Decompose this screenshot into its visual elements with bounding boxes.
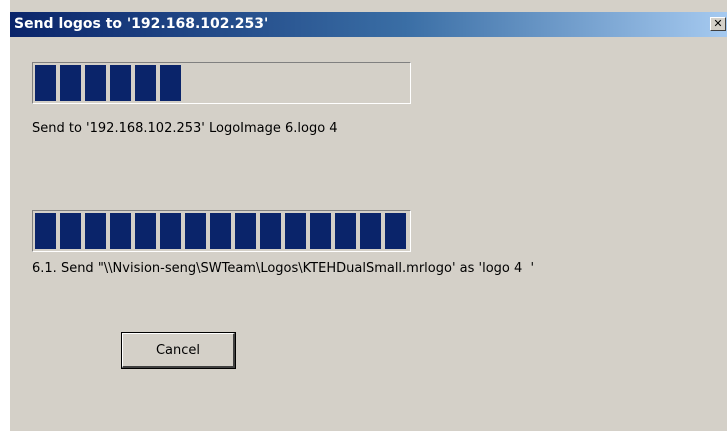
progress-segment — [60, 213, 81, 249]
progress-segment — [260, 213, 281, 249]
progress-segment — [385, 213, 406, 249]
send-logos-dialog: Send logos to '192.168.102.253' ✕ Send t… — [9, 0, 727, 431]
file-status-text: 6.1. Send "\\Nvision-seng\SWTeam\Logos\K… — [32, 261, 535, 276]
progress-segment — [285, 213, 306, 249]
progress-segment — [110, 65, 131, 101]
file-progress-bar — [32, 210, 411, 252]
dialog-title: Send logos to '192.168.102.253' — [14, 16, 269, 32]
progress-segment — [310, 213, 331, 249]
progress-segment — [110, 213, 131, 249]
progress-segment — [235, 213, 256, 249]
close-icon[interactable]: ✕ — [710, 17, 726, 31]
overall-status-text: Send to '192.168.102.253' LogoImage 6.lo… — [32, 121, 338, 136]
overall-progress-bar — [32, 62, 411, 104]
progress-segment — [185, 213, 206, 249]
progress-segment — [335, 213, 356, 249]
title-bar[interactable]: Send logos to '192.168.102.253' ✕ — [10, 12, 727, 37]
progress-segment — [210, 213, 231, 249]
progress-segment — [160, 213, 181, 249]
progress-segment — [35, 65, 56, 101]
progress-segment — [60, 65, 81, 101]
progress-segment — [360, 213, 381, 249]
progress-segment — [85, 213, 106, 249]
cancel-button[interactable]: Cancel — [121, 332, 236, 369]
progress-segment — [160, 65, 181, 101]
progress-segment — [35, 213, 56, 249]
progress-segment — [135, 65, 156, 101]
progress-segment — [135, 213, 156, 249]
progress-segment — [85, 65, 106, 101]
